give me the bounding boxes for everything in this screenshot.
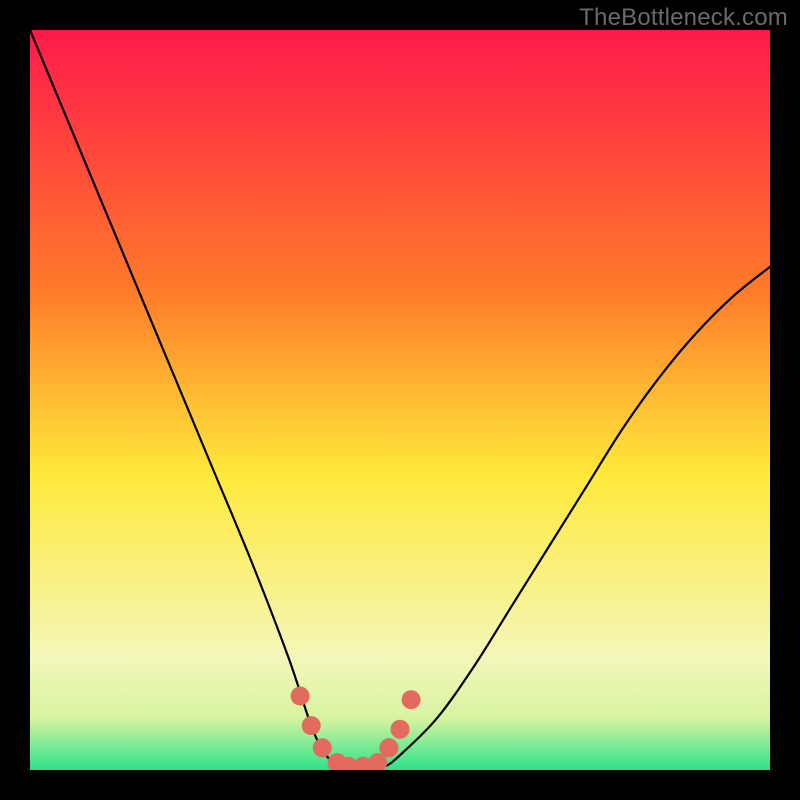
- marker-dot: [391, 720, 410, 739]
- marker-dot: [379, 738, 398, 757]
- watermark-text: TheBottleneck.com: [579, 4, 788, 32]
- marker-dot: [402, 690, 421, 709]
- outer-frame: TheBottleneck.com: [0, 0, 800, 800]
- bottleneck-chart: [30, 30, 770, 770]
- marker-dot: [291, 687, 310, 706]
- chart-background: [30, 30, 770, 770]
- marker-dot: [313, 738, 332, 757]
- marker-dot: [302, 716, 321, 735]
